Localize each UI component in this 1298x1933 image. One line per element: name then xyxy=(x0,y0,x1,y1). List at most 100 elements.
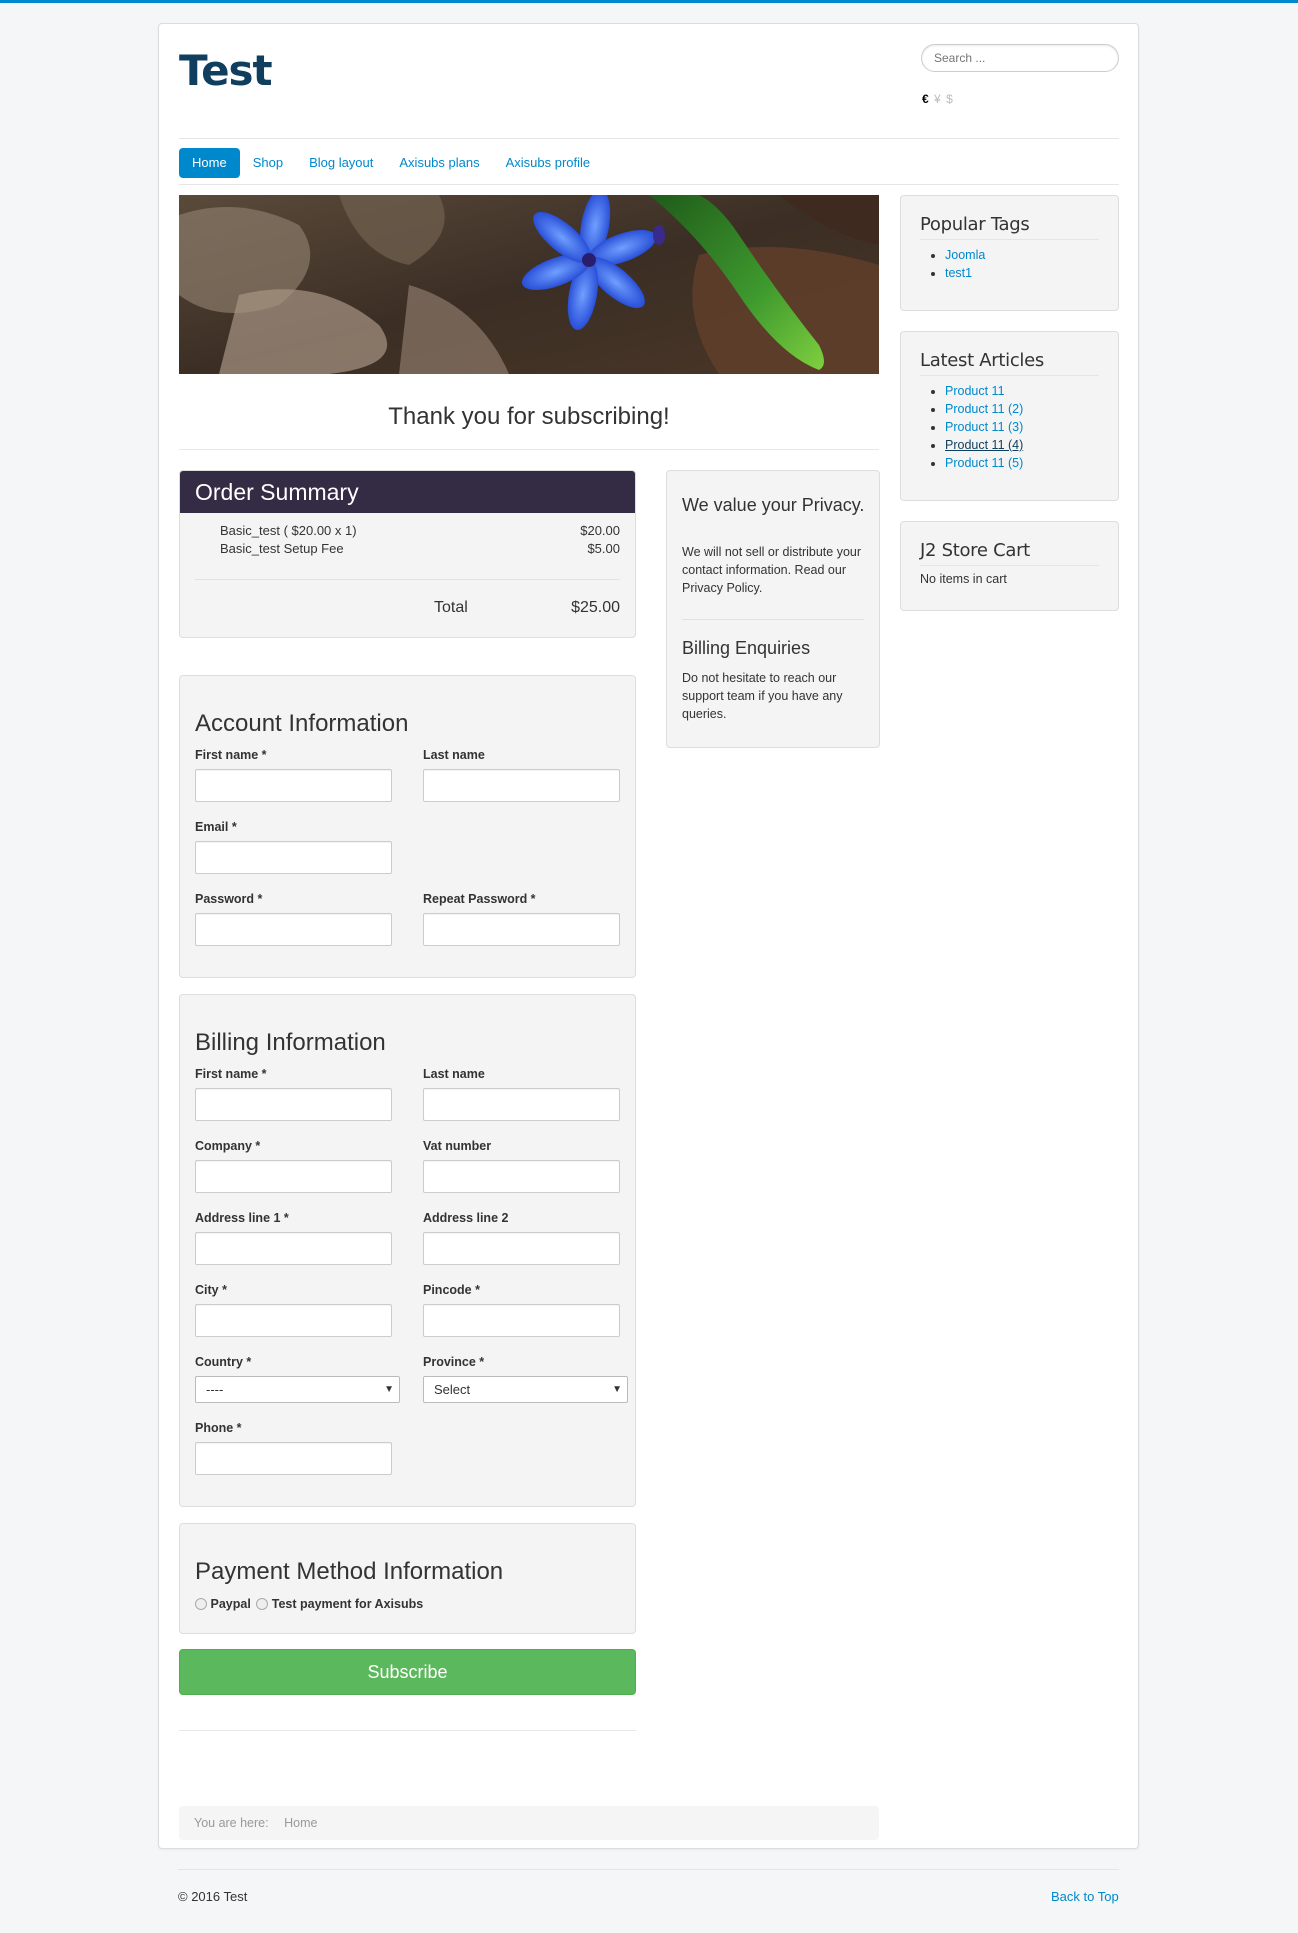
province-select[interactable]: Select ▼ xyxy=(423,1376,628,1403)
vat-number-field[interactable] xyxy=(423,1160,620,1193)
article-link[interactable]: Product 11 (3) xyxy=(945,420,1023,434)
last-name-label: Last name xyxy=(423,748,485,762)
nav-item-axisubs-plans[interactable]: Axisubs plans xyxy=(386,148,492,178)
currency-euro[interactable]: € xyxy=(922,92,929,106)
payment-method-panel: Payment Method Information Paypal Test p… xyxy=(179,1523,636,1634)
chevron-down-icon: ▼ xyxy=(612,1384,622,1395)
order-line-label: Basic_test Setup Fee xyxy=(220,541,344,556)
article-link[interactable]: Product 11 (2) xyxy=(945,402,1023,416)
popular-tags-module: Popular Tags Joomla test1 xyxy=(900,195,1119,311)
currency-yen[interactable]: ¥ xyxy=(934,92,941,106)
email-label: Email * xyxy=(195,820,237,834)
order-total-value: $25.00 xyxy=(571,599,620,616)
nav-item-shop[interactable]: Shop xyxy=(240,148,296,178)
password-label: Password * xyxy=(195,892,263,906)
banner-image xyxy=(179,195,879,374)
address-line-1-field[interactable] xyxy=(195,1232,392,1265)
currency-switcher: € ¥ $ xyxy=(922,92,953,106)
divider xyxy=(179,138,1119,139)
first-name-label: First name * xyxy=(195,748,267,762)
billing-enquiries-text: Do not hesitate to reach our support tea… xyxy=(682,671,843,721)
payment-options: Paypal Test payment for Axisubs xyxy=(195,1596,425,1611)
latest-articles-list: Product 11 Product 11 (2) Product 11 (3)… xyxy=(920,382,1023,472)
privacy-panel: We value your Privacy. We will not sell … xyxy=(666,470,880,748)
main-nav: Home Shop Blog layout Axisubs plans Axis… xyxy=(179,148,603,178)
password-field[interactable] xyxy=(195,913,392,946)
page-container: Test € ¥ $ Home Shop Blog layout Axisubs… xyxy=(158,23,1139,1849)
company-field[interactable] xyxy=(195,1160,392,1193)
billing-last-name-field[interactable] xyxy=(423,1088,620,1121)
province-label: Province * xyxy=(423,1355,485,1369)
address-line-2-field[interactable] xyxy=(423,1232,620,1265)
article-link[interactable]: Product 11 (5) xyxy=(945,456,1023,470)
chevron-down-icon: ▼ xyxy=(384,1384,394,1395)
billing-first-name-field[interactable] xyxy=(195,1088,392,1121)
cart-status: No items in cart xyxy=(920,572,1007,586)
divider xyxy=(178,1869,1119,1870)
nav-item-axisubs-profile[interactable]: Axisubs profile xyxy=(493,148,604,178)
divider xyxy=(179,184,1119,185)
pincode-field[interactable] xyxy=(423,1304,620,1337)
divider xyxy=(195,579,620,580)
nav-item-home[interactable]: Home xyxy=(179,148,240,178)
cart-title: J2 Store Cart xyxy=(920,540,1099,566)
order-line-amount: $5.00 xyxy=(587,541,620,556)
subscribe-button[interactable]: Subscribe xyxy=(179,1649,636,1695)
order-total-label: Total xyxy=(434,599,468,616)
search-input[interactable] xyxy=(921,44,1119,72)
last-name-field[interactable] xyxy=(423,769,620,802)
repeat-password-label: Repeat Password * xyxy=(423,892,536,906)
paypal-radio[interactable] xyxy=(195,1597,207,1610)
thank-you-message: Thank you for subscribing! xyxy=(388,403,670,430)
billing-information-title: Billing Information xyxy=(195,1029,386,1056)
pincode-label: Pincode * xyxy=(423,1283,480,1297)
test-payment-label[interactable]: Test payment for Axisubs xyxy=(272,1597,423,1611)
latest-articles-title: Latest Articles xyxy=(920,350,1099,376)
email-field[interactable] xyxy=(195,841,392,874)
divider xyxy=(179,1730,636,1731)
phone-field[interactable] xyxy=(195,1442,392,1475)
latest-articles-module: Latest Articles Product 11 Product 11 (2… xyxy=(900,331,1119,501)
billing-information-panel: Billing Information First name * Last na… xyxy=(179,994,636,1507)
repeat-password-field[interactable] xyxy=(423,913,620,946)
order-line-label: Basic_test ( $20.00 x 1) xyxy=(220,523,357,538)
account-information-title: Account Information xyxy=(195,710,409,737)
popular-tags-list: Joomla test1 xyxy=(920,246,985,282)
order-summary-title: Order Summary xyxy=(180,471,635,513)
billing-last-name-label: Last name xyxy=(423,1067,485,1081)
article-link[interactable]: Product 11 (4) xyxy=(945,438,1023,452)
account-information-panel: Account Information First name * Last na… xyxy=(179,675,636,978)
address-line-2-label: Address line 2 xyxy=(423,1211,509,1225)
first-name-field[interactable] xyxy=(195,769,392,802)
test-payment-radio[interactable] xyxy=(256,1597,269,1610)
cart-module: J2 Store Cart No items in cart xyxy=(900,521,1119,611)
nav-item-blog-layout[interactable]: Blog layout xyxy=(296,148,386,178)
phone-label: Phone * xyxy=(195,1421,242,1435)
billing-first-name-label: First name * xyxy=(195,1067,267,1081)
address-line-1-label: Address line 1 * xyxy=(195,1211,289,1225)
country-select[interactable]: ---- ▼ xyxy=(195,1376,400,1403)
order-line-amount: $20.00 xyxy=(580,523,620,538)
breadcrumb-prefix: You are here: xyxy=(194,1816,269,1830)
site-title[interactable]: Test xyxy=(179,46,273,95)
payment-method-title: Payment Method Information xyxy=(195,1558,504,1585)
billing-enquiries-title: Billing Enquiries xyxy=(682,638,811,658)
back-to-top-link[interactable]: Back to Top xyxy=(1051,1889,1119,1904)
privacy-text: We will not sell or distribute your cont… xyxy=(682,545,862,595)
city-label: City * xyxy=(195,1283,227,1297)
article-link[interactable]: Product 11 xyxy=(945,384,1005,398)
city-field[interactable] xyxy=(195,1304,392,1337)
company-label: Company * xyxy=(195,1139,261,1153)
tag-link[interactable]: Joomla xyxy=(945,248,985,262)
breadcrumb-current: Home xyxy=(284,1816,318,1830)
tag-link[interactable]: test1 xyxy=(945,266,972,280)
paypal-label[interactable]: Paypal xyxy=(210,1597,250,1611)
order-summary: Order Summary Basic_test ( $20.00 x 1) $… xyxy=(179,470,636,638)
country-select-value: ---- xyxy=(206,1382,224,1397)
popular-tags-title: Popular Tags xyxy=(920,214,1099,240)
breadcrumb: You are here: Home xyxy=(179,1806,879,1840)
currency-dollar[interactable]: $ xyxy=(946,92,953,106)
privacy-title: We value your Privacy. xyxy=(682,495,865,515)
province-select-value: Select xyxy=(434,1382,471,1397)
divider xyxy=(179,449,879,450)
